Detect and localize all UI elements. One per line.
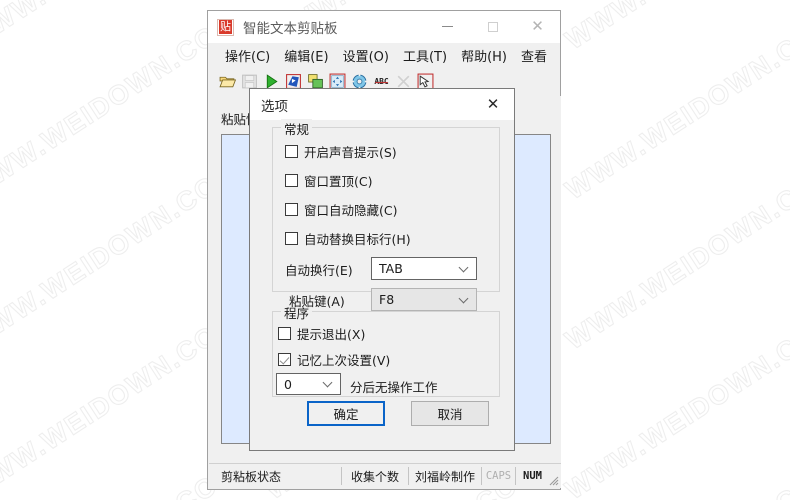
close-icon: ✕: [531, 17, 544, 35]
checkbox-label: 开启声音提示(S): [304, 145, 397, 160]
maximize-icon: [487, 21, 498, 32]
checkbox-unchecked-icon[interactable]: [285, 145, 298, 158]
checkbox-row-general-3[interactable]: 自动替换目标行(H): [285, 229, 411, 248]
watermark-text: WWW.WEIDOWN.COM: [559, 155, 790, 356]
checkbox-row-program-0[interactable]: 提示退出(X): [278, 324, 365, 343]
checkbox-unchecked-icon[interactable]: [285, 232, 298, 245]
watermark-text: WWW.WEIDOWN.COM: [559, 455, 790, 500]
status-caps-indicator: CAPS: [482, 467, 516, 485]
combobox-value: TAB: [379, 261, 403, 276]
options-dialog: 选项 ✕ 常规 程序 开启声音提示(S) 窗口置顶(C) 窗口自动隐藏(C) 自动替换…: [249, 88, 515, 451]
checkbox-label: 窗口自动隐藏(C): [304, 203, 398, 218]
minimize-button[interactable]: [425, 11, 470, 42]
svg-text:ABC: ABC: [374, 77, 389, 86]
open-folder-icon: [219, 73, 236, 90]
ok-button[interactable]: 确定: [307, 401, 385, 426]
close-icon: ✕: [486, 94, 500, 113]
menu-item-4[interactable]: 帮助(H): [454, 44, 514, 67]
checkbox-row-general-2[interactable]: 窗口自动隐藏(C): [285, 200, 397, 219]
checkbox-unchecked-icon[interactable]: [285, 174, 298, 187]
checkbox-unchecked-icon[interactable]: [285, 203, 298, 216]
chevron-down-icon: [460, 264, 468, 272]
idle-suffix-label: 分后无操作工作: [350, 380, 438, 395]
menubar: 操作(C) 编辑(E) 设置(O) 工具(T) 帮助(H) 查看: [208, 43, 560, 68]
status-author: 刘福岭制作: [409, 467, 482, 485]
window-titlebar: 贴 智能文本剪贴板 ✕: [208, 11, 560, 43]
checkbox-unchecked-icon[interactable]: [278, 327, 291, 340]
checkbox-row-general-0[interactable]: 开启声音提示(S): [285, 142, 397, 161]
window-title: 智能文本剪贴板: [243, 21, 338, 37]
menu-item-1[interactable]: 编辑(E): [277, 44, 335, 67]
watermark-text: WWW.WEIDOWN.COM: [559, 0, 790, 56]
checkbox-row-general-1[interactable]: 窗口置顶(C): [285, 171, 372, 190]
chevron-down-icon: [324, 379, 332, 387]
combobox-value: F8: [379, 292, 395, 307]
menu-item-2[interactable]: 设置(O): [336, 44, 396, 67]
chevron-down-icon: [460, 295, 468, 303]
status-collect-count: 收集个数: [341, 467, 409, 485]
app-icon: 贴: [217, 18, 234, 36]
dialog-close-button[interactable]: ✕: [472, 89, 514, 119]
status-num-indicator: NUM: [523, 470, 542, 482]
resize-grip-icon[interactable]: [547, 474, 559, 486]
menu-item-0[interactable]: 操作(C): [218, 44, 277, 67]
field-label-0: 自动换行(E): [285, 263, 353, 278]
dialog-titlebar: 选项 ✕: [250, 89, 514, 120]
menu-item-5[interactable]: 查看: [514, 44, 554, 67]
toolbar-button-open-folder[interactable]: [217, 71, 238, 92]
watermark-text: WWW.WEIDOWN.COM: [559, 5, 790, 206]
statusbar: 剪粘板状态 收集个数 刘福岭制作 CAPS NUM: [209, 463, 561, 488]
field-label-1: 粘贴键(A): [289, 294, 345, 309]
checkbox-label: 提示退出(X): [297, 327, 366, 342]
close-button[interactable]: ✕: [515, 11, 560, 42]
checkbox-label: 记忆上次设置(V): [297, 353, 391, 368]
combobox-value: 0: [284, 376, 292, 392]
paste-key-combobox[interactable]: F8: [371, 288, 477, 311]
checkbox-checked-icon[interactable]: [278, 353, 291, 366]
status-clipboard-state: 剪粘板状态: [221, 469, 282, 484]
checkbox-label: 窗口置顶(C): [304, 174, 373, 189]
checkbox-label: 自动替换目标行(H): [304, 232, 411, 247]
general-group-legend: 常规: [281, 119, 313, 138]
maximize-button[interactable]: [470, 11, 515, 42]
idle-minutes-combobox[interactable]: 0: [276, 373, 341, 395]
minimize-icon: [442, 26, 453, 27]
checkbox-row-program-1[interactable]: 记忆上次设置(V): [278, 350, 390, 369]
watermark-text: WWW.WEIDOWN.COM: [559, 305, 790, 500]
menu-item-3[interactable]: 工具(T): [396, 44, 454, 67]
cancel-button[interactable]: 取消: [411, 401, 489, 426]
dialog-title: 选项: [261, 98, 288, 115]
auto-newline-combobox[interactable]: TAB: [371, 257, 477, 280]
app-icon-glyph: 贴: [219, 20, 232, 34]
